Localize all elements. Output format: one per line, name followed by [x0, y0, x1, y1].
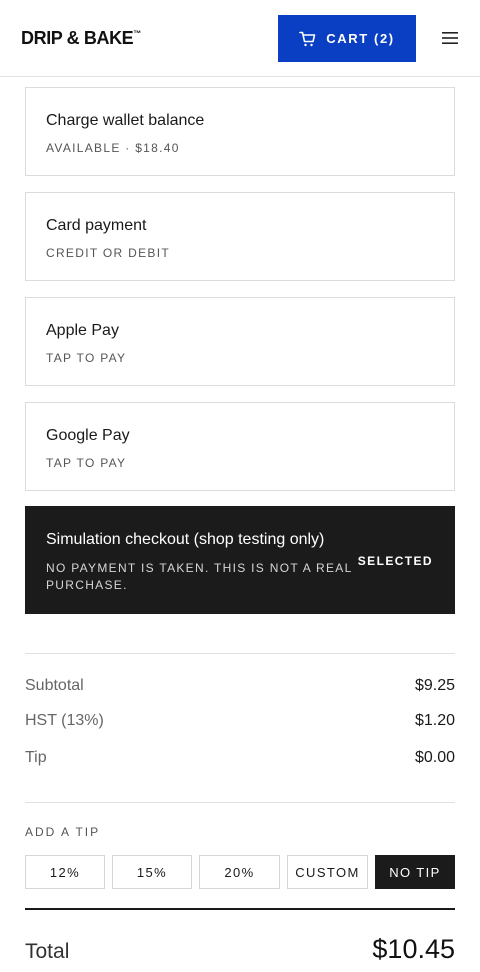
- tip-label: Tip: [25, 749, 47, 766]
- subtotal-row: Subtotal $9.25: [25, 677, 455, 695]
- payment-option-card[interactable]: Card payment CREDIT OR DEBIT: [25, 192, 455, 281]
- brand-logo[interactable]: DRIP & BAKE™: [21, 28, 141, 49]
- tip-heading: ADD A TIP: [25, 825, 101, 839]
- total-label: Total: [25, 940, 70, 963]
- site-header: DRIP & BAKE™ CART (2): [0, 0, 480, 77]
- payment-option-subtitle: TAP TO PAY: [46, 456, 127, 470]
- total-row: Total $10.45: [25, 934, 455, 965]
- payment-option-title: Charge wallet balance: [46, 112, 205, 129]
- tip-value: $0.00: [414, 749, 455, 766]
- tax-row: HST (13%) $1.20: [25, 712, 455, 730]
- payment-option-title: Google Pay: [46, 427, 130, 444]
- cart-button[interactable]: CART (2): [278, 15, 416, 62]
- payment-option-subtitle: NO PAYMENT IS TAKEN. THIS IS NOT A REAL …: [46, 561, 353, 592]
- payment-option-subtitle: TAP TO PAY: [46, 351, 127, 365]
- tip-option-custom[interactable]: CUSTOM: [287, 855, 368, 889]
- subtotal-value: $9.25: [414, 677, 455, 694]
- tip-option-12[interactable]: 12%: [25, 855, 105, 889]
- payment-option-subtitle: AVAILABLE · $18.40: [46, 141, 180, 155]
- cart-icon: [299, 31, 316, 46]
- payment-option-simulation[interactable]: Simulation checkout (shop testing only) …: [25, 506, 455, 614]
- subtotal-label: Subtotal: [25, 677, 84, 694]
- payment-option-google-pay[interactable]: Google Pay TAP TO PAY: [25, 402, 455, 491]
- payment-option-title: Card payment: [46, 217, 147, 234]
- payment-option-apple-pay[interactable]: Apple Pay TAP TO PAY: [25, 297, 455, 386]
- tip-option-15[interactable]: 15%: [112, 855, 192, 889]
- tax-label: HST (13%): [25, 712, 104, 729]
- tip-row: Tip $0.00: [25, 749, 455, 767]
- payment-option-title: Simulation checkout (shop testing only): [46, 531, 325, 548]
- tax-value: $1.20: [414, 712, 455, 729]
- total-value: $10.45: [372, 934, 455, 964]
- divider: [25, 802, 455, 803]
- total-divider: [25, 908, 455, 910]
- selected-badge: SELECTED: [357, 554, 433, 568]
- payment-option-subtitle: CREDIT OR DEBIT: [46, 246, 170, 260]
- cart-label: CART (2): [326, 31, 395, 46]
- divider: [25, 653, 455, 654]
- hamburger-menu-icon: [442, 32, 458, 44]
- payment-option-wallet[interactable]: Charge wallet balance AVAILABLE · $18.40: [25, 87, 455, 176]
- menu-button[interactable]: [438, 28, 462, 48]
- tip-option-none[interactable]: NO TIP: [375, 855, 455, 889]
- tip-option-20[interactable]: 20%: [199, 855, 280, 889]
- payment-option-title: Apple Pay: [46, 322, 119, 339]
